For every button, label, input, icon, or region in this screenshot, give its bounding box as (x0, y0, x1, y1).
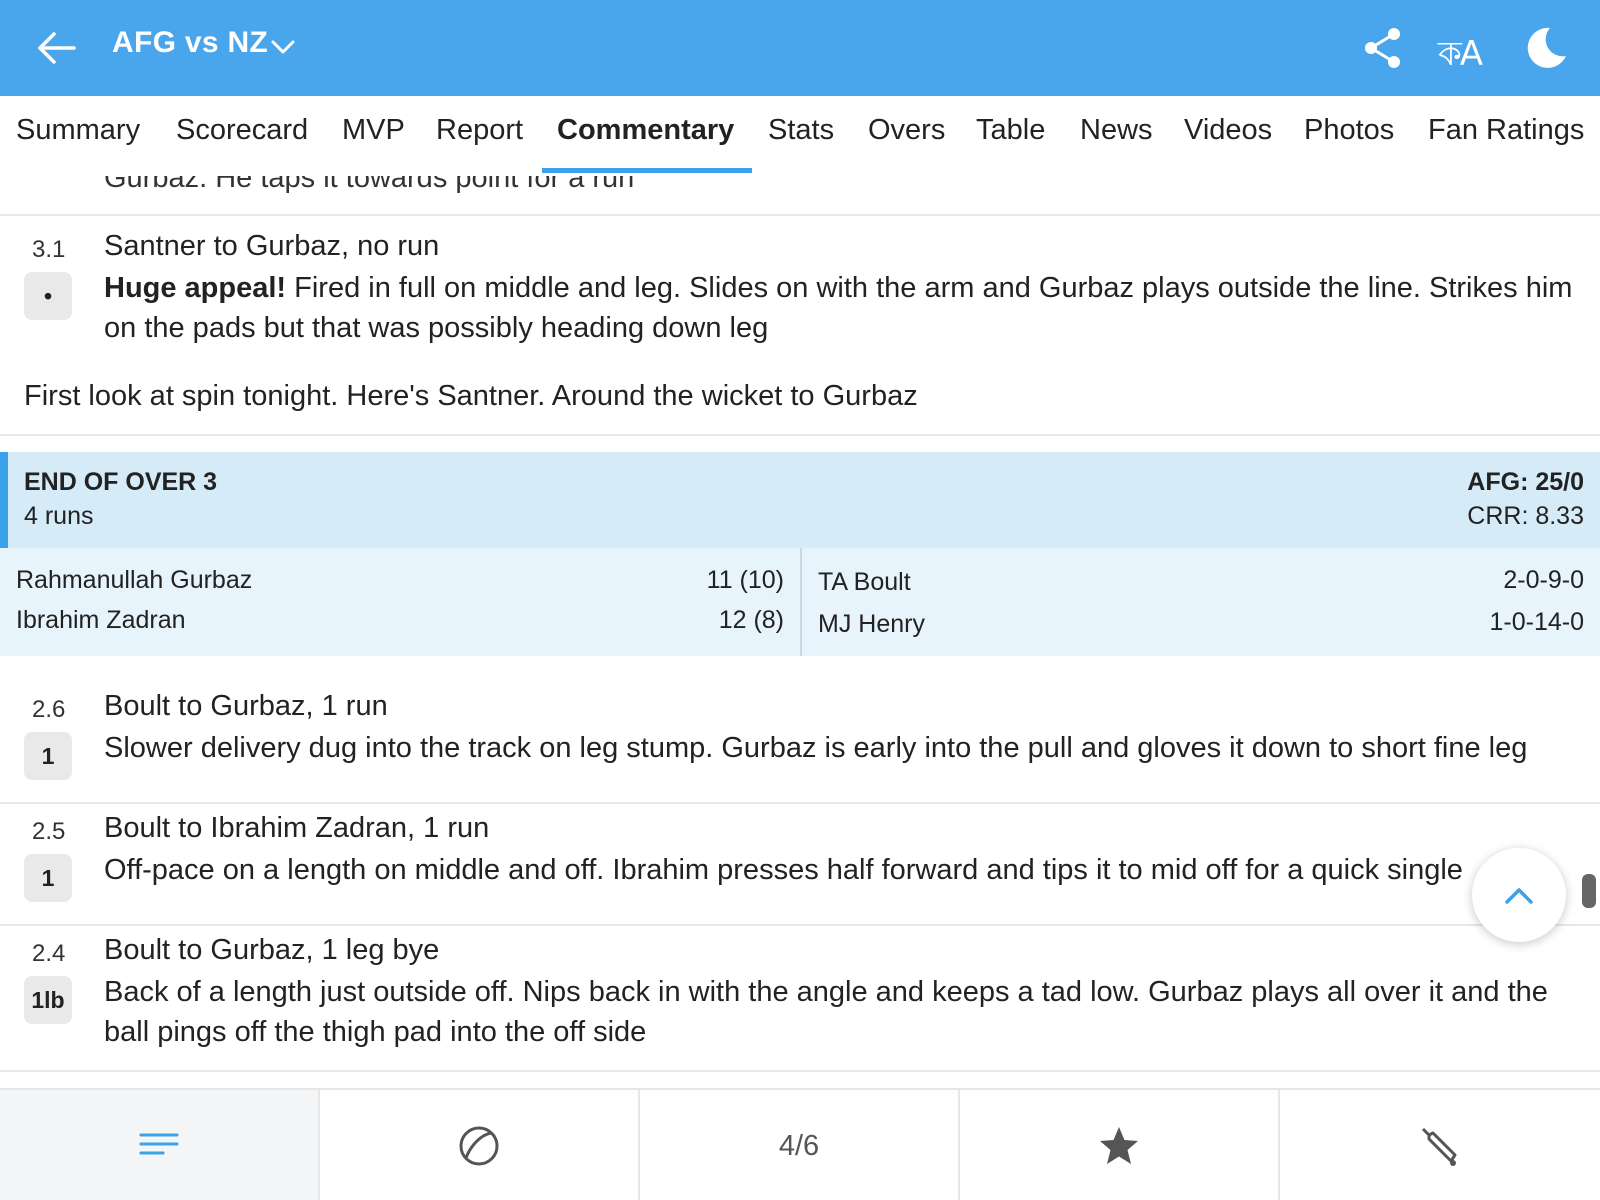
divider (0, 924, 1600, 926)
bat-icon (1421, 1127, 1457, 1166)
divider (0, 214, 1600, 216)
chevron-down-icon[interactable] (270, 36, 296, 58)
over-number: 2.6 (32, 696, 66, 723)
ball-result-badge: 1 (24, 854, 72, 902)
tab-overs[interactable]: Overs (868, 114, 945, 147)
active-tab-indicator (542, 168, 752, 173)
ball-description: Off-pace on a length on middle and off. … (104, 854, 1463, 886)
divider (0, 802, 1600, 804)
list-icon (139, 1133, 179, 1155)
tab-photos[interactable]: Photos (1304, 114, 1394, 147)
ball-description: Slower delivery dug into the track on le… (104, 732, 1528, 764)
bottom-nav-pager[interactable]: 4/6 (640, 1090, 960, 1200)
bottom-nav-commentary[interactable] (0, 1090, 320, 1200)
ball-result-badge: 1 (24, 732, 72, 780)
batter-figures: 12 (8) (718, 606, 784, 634)
ball-description: Back of a length just outside off. Nips … (104, 976, 1548, 1048)
tab-mvp[interactable]: MVP (342, 114, 405, 147)
tab-summary[interactable]: Summary (16, 114, 140, 147)
bowler-figures: 2-0-9-0 (1503, 566, 1584, 594)
bottom-nav: 4/6 (0, 1088, 1600, 1200)
scroll-to-top-button[interactable] (1472, 848, 1566, 942)
batter-figures: 11 (10) (706, 566, 784, 594)
ball-headline: Santner to Gurbaz, no run (104, 230, 440, 262)
over-runs: 4 runs (24, 502, 94, 530)
bottom-nav-live[interactable] (320, 1090, 640, 1200)
tab-stats[interactable]: Stats (768, 114, 834, 147)
end-of-over-title: END OF OVER 3 (24, 468, 218, 496)
over-players-summary: Rahmanullah Gurbaz 11 (10) Ibrahim Zadra… (0, 548, 1600, 656)
ball-headline: Boult to Ibrahim Zadran, 1 run (104, 812, 490, 844)
bowler-name: TA Boult (818, 568, 911, 596)
ball-result-badge: 1lb (24, 976, 72, 1024)
tab-report[interactable]: Report (436, 114, 523, 147)
ball-icon (459, 1126, 499, 1166)
batter-name: Ibrahim Zadran (16, 606, 186, 634)
tab-commentary[interactable]: Commentary (557, 114, 734, 147)
divider (0, 1070, 1600, 1072)
end-of-over-summary: END OF OVER 3 4 runs AFG: 25/0 CRR: 8.33 (0, 452, 1600, 548)
star-icon (1100, 1127, 1138, 1164)
tab-videos[interactable]: Videos (1184, 114, 1272, 147)
column-divider (800, 548, 802, 656)
ball-description: Huge appeal! Fired in full on middle and… (104, 268, 1574, 348)
bowler-name: MJ Henry (818, 610, 925, 638)
tab-table[interactable]: Table (976, 114, 1045, 147)
ball-description-highlight: Huge appeal! (104, 272, 287, 304)
bottom-nav-batting[interactable] (1280, 1090, 1600, 1200)
share-icon[interactable] (1362, 26, 1404, 70)
over-number: 3.1 (32, 236, 66, 263)
page-indicator: 4/6 (778, 1129, 820, 1162)
commentary-partial-text: Gurbaz. He taps it towards point for a r… (104, 176, 635, 194)
commentary-note: First look at spin tonight. Here's Santn… (24, 380, 918, 412)
over-number: 2.5 (32, 818, 66, 845)
team-score: AFG: 25/0 (1467, 468, 1584, 496)
back-arrow-icon[interactable] (34, 28, 78, 68)
chevron-up-icon (1505, 888, 1533, 904)
language-toggle[interactable]: কA (1438, 28, 1483, 85)
tab-news[interactable]: News (1080, 114, 1153, 147)
tab-bar: Summary Scorecard MVP Report Commentary … (0, 96, 1600, 176)
bowler-figures: 1-0-14-0 (1489, 608, 1585, 636)
ball-result-badge: • (24, 272, 72, 320)
ball-headline: Boult to Gurbaz, 1 run (104, 690, 388, 722)
bottom-nav-favourites[interactable] (960, 1090, 1280, 1200)
ball-description-text: Fired in full on middle and leg. Slides … (104, 272, 1573, 344)
over-number: 2.4 (32, 940, 66, 967)
dark-mode-moon-icon[interactable] (1520, 24, 1568, 70)
batter-name: Rahmanullah Gurbaz (16, 566, 253, 594)
ball-headline: Boult to Gurbaz, 1 leg bye (104, 934, 440, 966)
divider (0, 434, 1600, 436)
app-header: AFG vs NZ কA (0, 0, 1600, 96)
tab-fan-ratings[interactable]: Fan Ratings (1428, 114, 1584, 147)
current-run-rate: CRR: 8.33 (1467, 502, 1584, 530)
commentary-feed[interactable]: Gurbaz. He taps it towards point for a r… (0, 176, 1600, 1088)
tab-scorecard[interactable]: Scorecard (176, 114, 308, 147)
match-title[interactable]: AFG vs NZ (112, 26, 268, 60)
scrollbar-thumb[interactable] (1582, 874, 1596, 908)
